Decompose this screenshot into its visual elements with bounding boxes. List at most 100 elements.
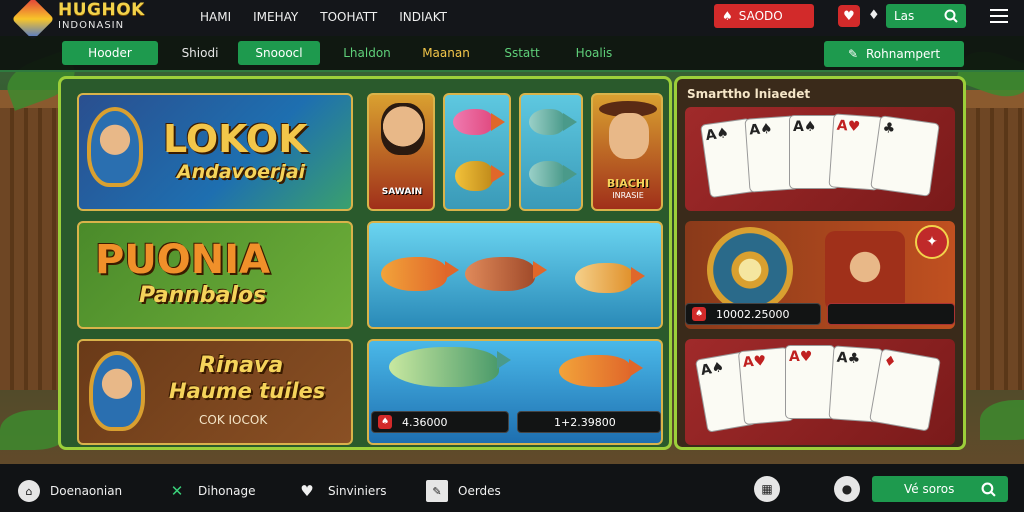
value-box: ♠ 4.36000 xyxy=(371,411,509,433)
background-hut-left xyxy=(0,90,62,390)
fish-icon xyxy=(453,109,505,135)
search-icon xyxy=(981,482,996,497)
game-tile-cards[interactable]: A♠ A♥ A♥ A♣ ♦ xyxy=(685,339,955,445)
gear-icon[interactable]: ✦ xyxy=(915,225,949,259)
character-label: SAWAIN xyxy=(381,187,423,197)
shield-icon: ♥ xyxy=(300,482,314,500)
game-title: PUONIA xyxy=(95,237,271,283)
top-bar: HUGHOK INDONASIN HAMI IMEHAY TOOHATT IND… xyxy=(0,0,1024,41)
game-tile-fishing[interactable] xyxy=(367,221,663,329)
fish-icon xyxy=(529,161,577,187)
heart-button[interactable]: ♥ xyxy=(838,5,860,27)
value-text: 1+2.39800 xyxy=(554,415,616,429)
red-action-label: SAODO xyxy=(738,9,783,23)
calendar-icon[interactable]: ▦ xyxy=(754,476,780,502)
game-title: Rinava xyxy=(199,353,284,378)
value-text: 10002.25000 xyxy=(716,307,790,321)
character-label: BIACHI xyxy=(606,177,650,190)
red-action-button[interactable]: ♠ SAODO xyxy=(714,4,814,28)
game-tile-cards[interactable]: A♠ A♠ A♠ A♥ ♣ xyxy=(685,107,955,211)
spade-icon: ♠ xyxy=(722,9,733,23)
bottom-nav-label: Oerdes xyxy=(458,484,501,498)
game-tile-rinava[interactable]: Rinava Haume tuiles COK IOCOK xyxy=(77,339,353,445)
sub-tab[interactable]: Maanan xyxy=(416,41,476,65)
edit-icon: ✎ xyxy=(847,47,858,61)
fish-icon xyxy=(529,109,577,135)
sub-tab[interactable]: Hoalis xyxy=(568,41,620,65)
top-nav-item[interactable]: INDIAKT xyxy=(399,10,447,24)
bottom-nav-label: Dihonage xyxy=(198,484,256,498)
sub-tab[interactable]: Sstatt xyxy=(498,41,546,65)
character-portrait xyxy=(87,107,143,187)
value-box: 1+2.39800 xyxy=(517,411,661,433)
search-button[interactable]: Vé soros xyxy=(872,476,1008,502)
sub-tab[interactable]: Lhaldon xyxy=(336,41,398,65)
character-face xyxy=(381,103,425,155)
user-icon[interactable]: ● xyxy=(834,476,860,502)
background-leaf xyxy=(980,400,1024,440)
sub-tab[interactable]: Hooder xyxy=(62,41,158,65)
top-nav-item[interactable]: TOOHATT xyxy=(320,10,377,24)
sub-nav-bar: Hooder Shiodi Snooocl Lhaldon Maanan Sst… xyxy=(0,36,1024,72)
promo-button[interactable]: ✎ Rohnampert xyxy=(824,41,964,67)
bottom-nav-label: Doenaonian xyxy=(50,484,123,498)
sub-tab[interactable]: Snooocl xyxy=(238,41,320,65)
playing-card: ♣ xyxy=(870,115,940,197)
value-box: ♠ 10002.25000 xyxy=(685,303,821,325)
search-icon xyxy=(944,9,958,23)
fish-icon xyxy=(465,257,547,291)
playing-card: ♦ xyxy=(869,348,941,432)
heart-icon: ♥ xyxy=(843,8,855,24)
game-tile-character[interactable]: SAWAIN xyxy=(367,93,435,211)
playing-card: A♥ xyxy=(785,345,835,419)
fish-icon xyxy=(455,161,505,191)
bottom-nav-item[interactable]: ✎ Oerdes xyxy=(426,480,501,502)
search-button-label: Vé soros xyxy=(904,482,955,496)
game-tag: COK IOCOK xyxy=(199,413,268,427)
language-button[interactable]: Las xyxy=(886,4,966,28)
bottom-nav-item[interactable]: ⌂ Doenaonian xyxy=(18,480,122,502)
fish-icon xyxy=(575,263,645,293)
top-nav: HAMI IMEHAY TOOHATT INDIAKT xyxy=(200,10,447,24)
fish-icon xyxy=(559,355,643,387)
logo-subtitle: INDONASIN xyxy=(58,20,125,31)
sub-tab[interactable]: Shiodi xyxy=(176,41,224,65)
spade-icon: ♠ xyxy=(692,307,706,321)
home-icon: ⌂ xyxy=(18,480,40,502)
drop-icon[interactable]: ♦ xyxy=(868,8,880,23)
logo-icon[interactable] xyxy=(11,0,55,41)
value-box-empty xyxy=(827,303,955,325)
character-face xyxy=(609,113,649,159)
fish-icon xyxy=(381,257,459,291)
game-subtitle: Pannbalos xyxy=(139,283,267,308)
bottom-nav-label: Sinviniers xyxy=(328,484,387,498)
document-icon: ✎ xyxy=(426,480,448,502)
cross-icon: ✕ xyxy=(170,482,184,500)
character-sublabel: INRASIE xyxy=(612,191,644,200)
character-portrait xyxy=(89,351,145,431)
bottom-bar: ⌂ Doenaonian ✕ Dihonage ♥ Sinviniers ✎ O… xyxy=(0,464,1024,512)
bottom-nav-item[interactable]: ✕ Dihonage xyxy=(166,480,256,502)
game-tile-fish[interactable] xyxy=(519,93,583,211)
game-tile-fishing[interactable]: ♠ 4.36000 1+2.39800 xyxy=(367,339,663,445)
spade-icon: ♠ xyxy=(378,415,392,429)
bottom-nav-item[interactable]: ♥ Sinviniers xyxy=(296,480,387,502)
game-title: LOKOK xyxy=(163,117,308,161)
game-subtitle: Andavoerjai xyxy=(177,161,306,183)
side-panel: Smarttho lniaedet A♠ A♠ A♠ A♥ ♣ ✦ ♠ 1000… xyxy=(674,76,966,450)
game-tile-character[interactable]: BIACHI INRASIE xyxy=(591,93,663,211)
value-text: 4.36000 xyxy=(402,415,448,429)
language-label: Las xyxy=(894,9,915,23)
top-nav-item[interactable]: IMEHAY xyxy=(253,10,298,24)
logo-title[interactable]: HUGHOK xyxy=(58,2,145,19)
game-tile-fish[interactable] xyxy=(443,93,511,211)
background-hut-right xyxy=(966,90,1024,390)
game-subtitle: Haume tuiles xyxy=(169,379,326,403)
game-tile-puonia[interactable]: PUONIA Pannbalos xyxy=(77,221,353,329)
side-title: Smarttho lniaedet xyxy=(687,87,811,101)
game-grid: LOKOK Andavoerjai PUONIA Pannbalos Rinav… xyxy=(58,76,672,450)
fish-icon xyxy=(389,347,511,387)
menu-icon[interactable] xyxy=(990,9,1008,23)
top-nav-item[interactable]: HAMI xyxy=(200,10,231,24)
game-tile-lokok[interactable]: LOKOK Andavoerjai xyxy=(77,93,353,211)
